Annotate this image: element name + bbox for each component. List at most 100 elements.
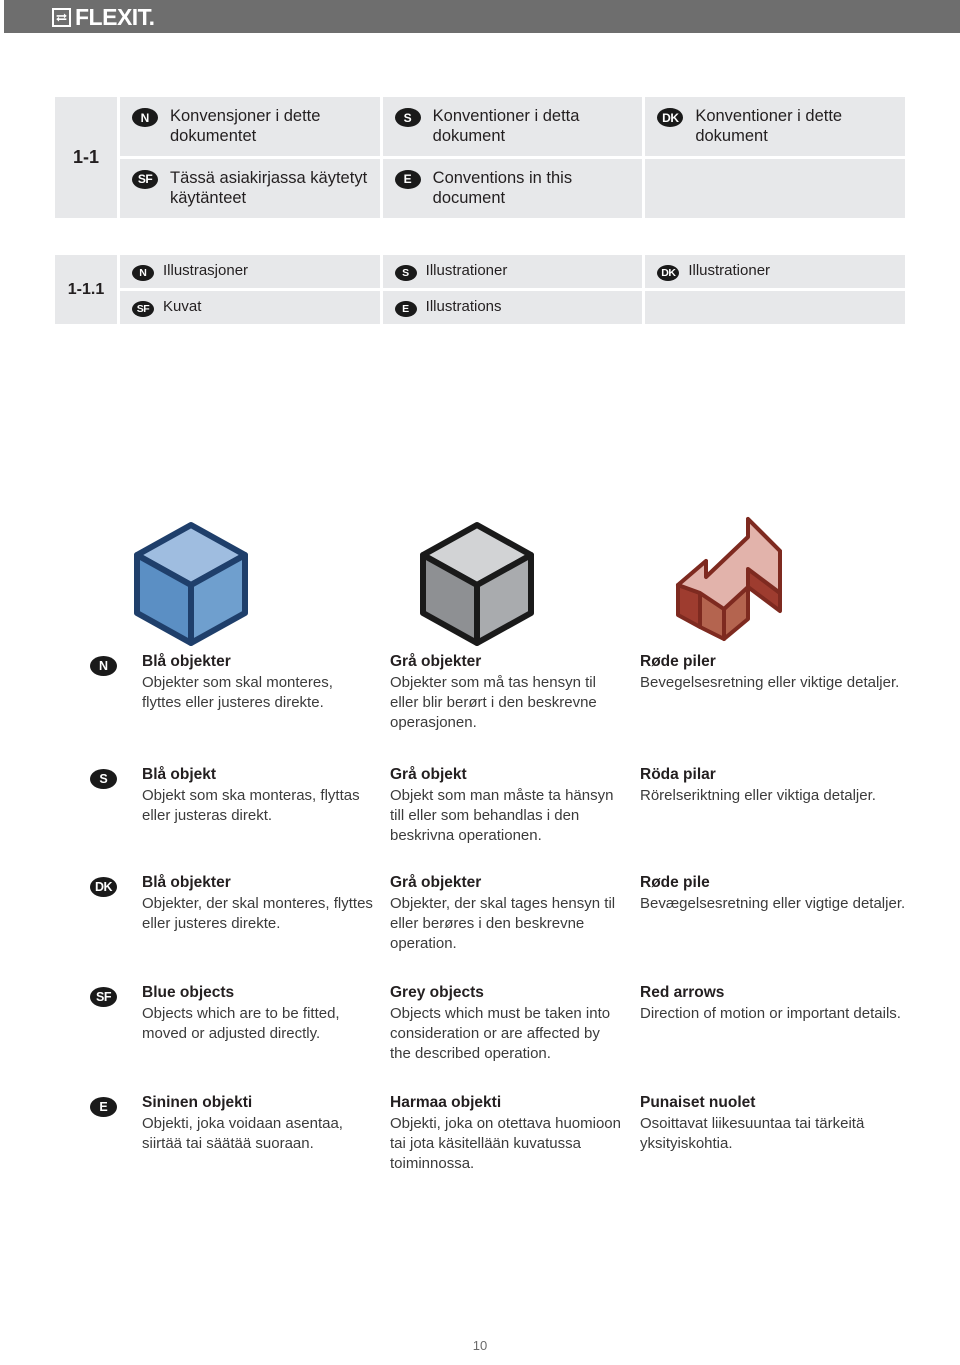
legend-badge-cell: DK — [90, 873, 142, 983]
table-cell-s: S Illustrationer — [382, 255, 643, 288]
legend-title: Blå objekter — [142, 874, 231, 891]
legend-title: Sininen objekti — [142, 1094, 253, 1111]
legend-col-blue: Blå objekter Objekter som skal monteres,… — [142, 652, 390, 765]
table-cell-e: E Illustrations — [382, 291, 643, 324]
cell-text: Kuvat — [163, 298, 202, 316]
legend-title: Blue objects — [142, 984, 235, 1001]
reference-table-1-1: 1-1 N Konvensjoner i dette dokumentet S … — [55, 97, 905, 218]
legend-row-dk: DK Blå objekter Objekter, der skal monte… — [0, 873, 960, 983]
table-cell-empty — [645, 158, 905, 218]
legend-col-grey: Grey objects Objects which must be taken… — [390, 983, 640, 1093]
legend-col-grey: Grå objekter Objekter som må tas hensyn … — [390, 652, 640, 765]
lang-badge-n: N — [132, 264, 154, 281]
legend-col-grey: Harmaa objekti Objekti, joka on otettava… — [390, 1093, 640, 1203]
legend-body: Rörelseriktning eller viktiga detaljer. — [640, 787, 876, 805]
legend-badge-cell: E — [90, 1093, 142, 1203]
legend-col-arrow: Red arrows Direction of motion or import… — [640, 983, 960, 1093]
table-cell-n: N Konvensjoner i dette dokumentet — [120, 97, 380, 156]
cell-text: Tässä asiakirjassa käytetyt käytänteet — [170, 168, 368, 208]
legend-body: Objects which must be taken into conside… — [390, 1005, 611, 1062]
lang-badge-dk: DK — [657, 108, 684, 127]
legend-badge-cell: N — [90, 652, 142, 765]
legend-col-arrow: Røde piler Bevegelsesretning eller vikti… — [640, 652, 960, 765]
legend-row-e: E Sininen objekti Objekti, joka voidaan … — [0, 1093, 960, 1203]
table-row: N Konvensjoner i dette dokumentet S Konv… — [120, 97, 905, 156]
lang-badge-e: E — [394, 169, 421, 189]
table-cell-n: N Illustrasjoner — [120, 255, 380, 288]
legend-col-blue: Blå objekt Objekt som ska monteras, flyt… — [142, 765, 390, 873]
table-cell-s: S Konventioner i detta dokument — [382, 97, 643, 156]
table-row: SF Tässä asiakirjassa käytetyt käytäntee… — [120, 158, 905, 218]
lang-badge-dk: DK — [90, 877, 117, 897]
legend-title: Harmaa objekti — [390, 1094, 502, 1111]
flexit-logo-text: FLEXIT. — [75, 4, 155, 30]
lang-badge-e: E — [394, 300, 417, 317]
legend-row-s: S Blå objekt Objekt som ska monteras, fl… — [0, 765, 960, 873]
cell-text: Illustrasjoner — [163, 262, 249, 280]
recycle-arrows-icon — [52, 8, 71, 27]
legend-badge-cell: SF — [90, 983, 142, 1093]
legend-col-blue: Blå objekter Objekter, der skal monteres… — [142, 873, 390, 983]
lang-badge-dk: DK — [657, 264, 680, 281]
legend-col-arrow: Røde pile Bevægelsesretning eller vigtig… — [640, 873, 960, 983]
legend-col-blue: Blue objects Objects which are to be fit… — [142, 983, 390, 1093]
lang-badge-sf: SF — [132, 169, 158, 189]
legend-body: Objekti, joka voidaan asentaa, siirtää t… — [142, 1115, 343, 1152]
legend-row-sf: SF Blue objects Objects which are to be … — [0, 983, 960, 1093]
cell-text: Konventioner i dette dokument — [695, 107, 843, 146]
legend-graphics-row — [0, 505, 960, 650]
grey-cube-icon — [418, 521, 536, 652]
lang-badge-s: S — [90, 769, 117, 789]
blue-cube-icon — [132, 521, 250, 652]
legend-title: Punaiset nuolet — [640, 1094, 756, 1111]
legend-title: Blå objekter — [142, 653, 231, 670]
legend-col-blue: Sininen objekti Objekti, joka voidaan as… — [142, 1093, 390, 1203]
flexit-logo: FLEXIT. — [52, 6, 155, 29]
cell-text: Illustrationer — [688, 262, 771, 280]
legend-body: Bevægelsesretning eller vigtige detaljer… — [640, 895, 906, 913]
legend-col-grey: Grå objekt Objekt som man måste ta hänsy… — [390, 765, 640, 873]
table-cell-sf: SF Tässä asiakirjassa käytetyt käytäntee… — [120, 158, 380, 218]
lang-badge-n: N — [132, 108, 158, 127]
legend-col-grey: Grå objekter Objekter, der skal tages he… — [390, 873, 640, 983]
table-row: SF Kuvat E Illustrations — [120, 291, 905, 324]
table-row: N Illustrasjoner S Illustrationer DK Ill… — [120, 255, 905, 288]
lang-badge-e: E — [90, 1097, 117, 1117]
cell-text: Konvensjoner i dette dokumentet — [170, 107, 321, 146]
legend-body: Objekter som må tas hensyn til eller bli… — [390, 674, 597, 731]
legend-row-n: N Blå objekter Objekter som skal montere… — [0, 652, 960, 765]
table-cell-e: E Conventions in this document — [382, 158, 643, 218]
lang-badge-s: S — [394, 264, 417, 281]
lang-badge-n: N — [90, 656, 117, 676]
table-cell-empty — [645, 291, 905, 324]
legend-title: Grey objects — [390, 984, 484, 1001]
cell-text: Illustrationer — [425, 262, 508, 280]
legend-title: Grå objekter — [390, 874, 482, 891]
legend-title: Røde pile — [640, 874, 710, 891]
legend-body: Objekt som man måste ta hänsyn till elle… — [390, 787, 614, 844]
legend-body: Objekter, der skal tages hensyn til elle… — [390, 895, 616, 952]
legend-body: Bevegelsesretning eller viktige detaljer… — [640, 674, 900, 692]
legend-badge-cell: S — [90, 765, 142, 873]
legend-body: Objekti, joka on otettava huomioon tai j… — [390, 1115, 621, 1172]
legend-title: Grå objekter — [390, 653, 482, 670]
table-id-1-1: 1-1 — [55, 97, 117, 218]
cell-text: Konventioner i detta dokument — [432, 107, 580, 146]
red-arrow-icon — [660, 515, 792, 656]
legend-body: Objekter, der skal monteres, flyttes ell… — [142, 895, 373, 932]
legend-title: Röda pilar — [640, 766, 716, 783]
legend-col-arrow: Röda pilar Rörelseriktning eller viktiga… — [640, 765, 960, 873]
legend-title: Røde piler — [640, 653, 716, 670]
legend-body: Objects which are to be fitted, moved or… — [142, 1005, 340, 1042]
lang-badge-sf: SF — [132, 300, 154, 317]
legend-body: Objekt som ska monteras, flyttas eller j… — [142, 787, 360, 824]
reference-table-1-1-1: 1-1.1 N Illustrasjoner S Illustrationer … — [55, 255, 905, 324]
page-number: 10 — [472, 1338, 488, 1353]
legend-col-arrow: Punaiset nuolet Osoittavat liikesuuntaa … — [640, 1093, 960, 1203]
lang-badge-s: S — [394, 108, 421, 127]
table-cell-dk: DK Konventioner i dette dokument — [645, 97, 905, 156]
legend-title: Grå objekt — [390, 766, 467, 783]
lang-badge-sf: SF — [90, 987, 117, 1007]
cell-text: Conventions in this document — [432, 168, 573, 208]
cell-text: Illustrations — [425, 298, 502, 316]
